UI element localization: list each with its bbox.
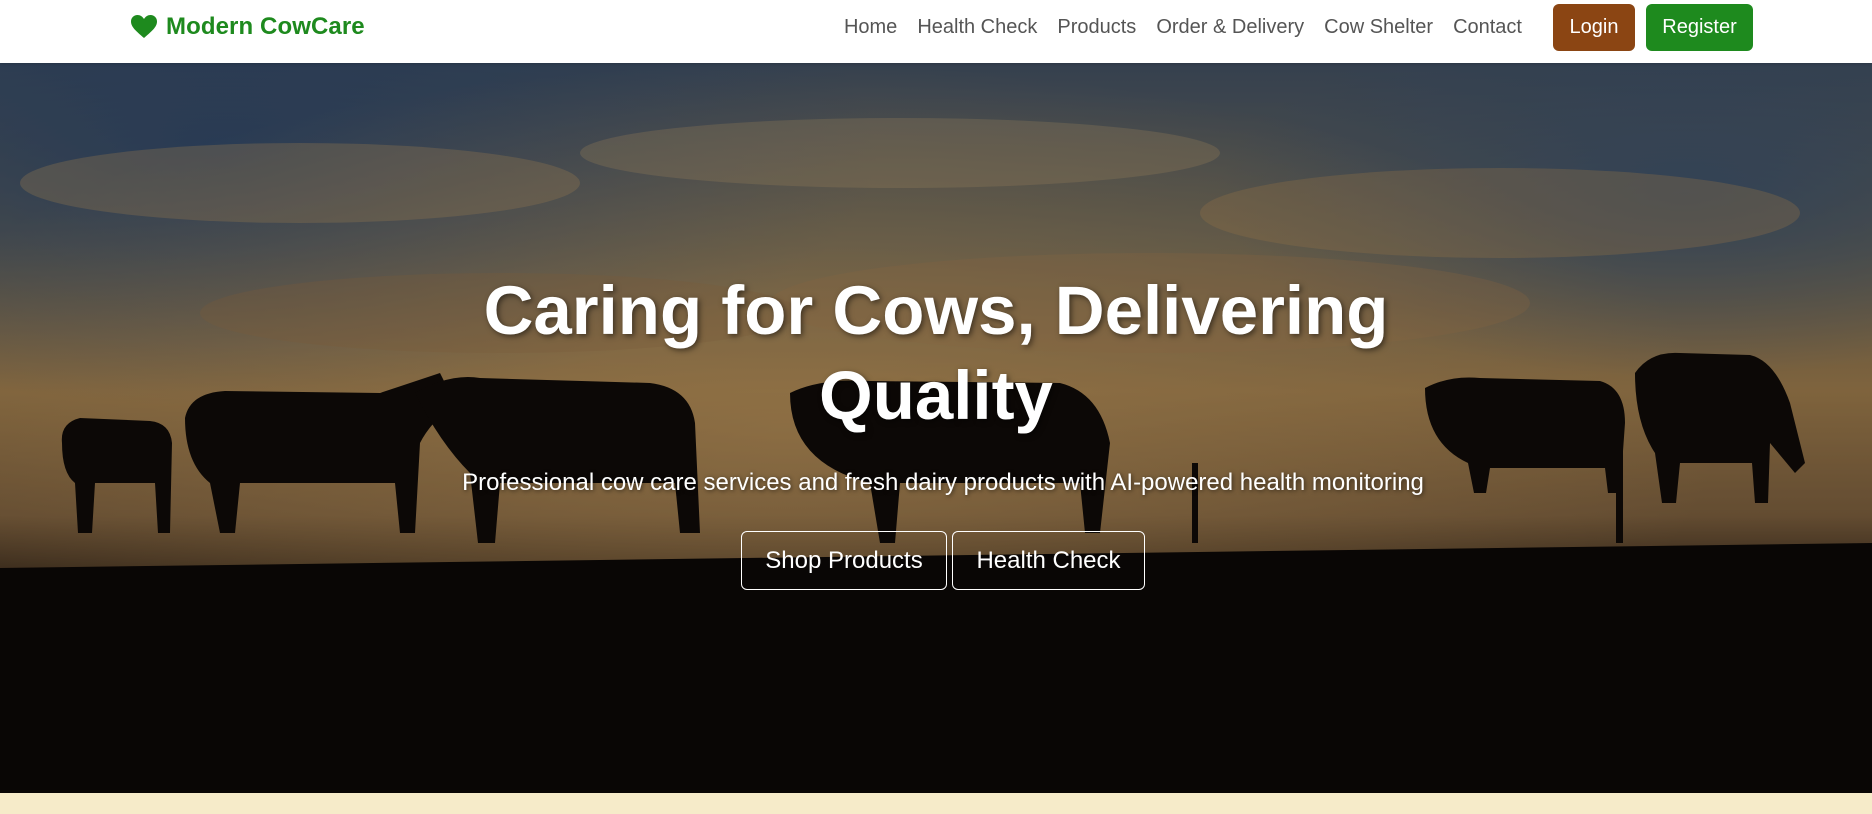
top-navbar: Modern CowCare Home Health Check Product… — [0, 0, 1872, 63]
nav-link-health-check[interactable]: Health Check — [917, 16, 1037, 39]
login-button[interactable]: Login — [1553, 4, 1635, 51]
nav-link-order-delivery[interactable]: Order & Delivery — [1156, 16, 1304, 39]
hero-subtitle: Professional cow care services and fresh… — [462, 469, 1424, 496]
heart-icon — [131, 15, 157, 38]
brand-name: Modern CowCare — [166, 13, 365, 40]
nav-link-contact[interactable]: Contact — [1453, 16, 1522, 39]
hero-title: Caring for Cows, Delivering Quality — [483, 272, 1389, 434]
nav-link-cow-shelter[interactable]: Cow Shelter — [1324, 16, 1433, 39]
register-button[interactable]: Register — [1646, 4, 1753, 51]
hero-cta-group: Shop Products Health Check — [741, 531, 1145, 590]
shop-products-button[interactable]: Shop Products — [741, 531, 947, 590]
nav-links: Home Health Check Products Order & Deliv… — [844, 0, 1872, 55]
brand-logo-link[interactable]: Modern CowCare — [131, 12, 365, 42]
hero-section: Caring for Cows, Delivering Quality Prof… — [0, 63, 1872, 793]
health-check-button[interactable]: Health Check — [952, 531, 1145, 590]
next-section-strip — [0, 793, 1872, 814]
nav-link-home[interactable]: Home — [844, 16, 897, 39]
nav-link-products[interactable]: Products — [1057, 16, 1136, 39]
hero-content: Caring for Cows, Delivering Quality Prof… — [0, 63, 1872, 793]
